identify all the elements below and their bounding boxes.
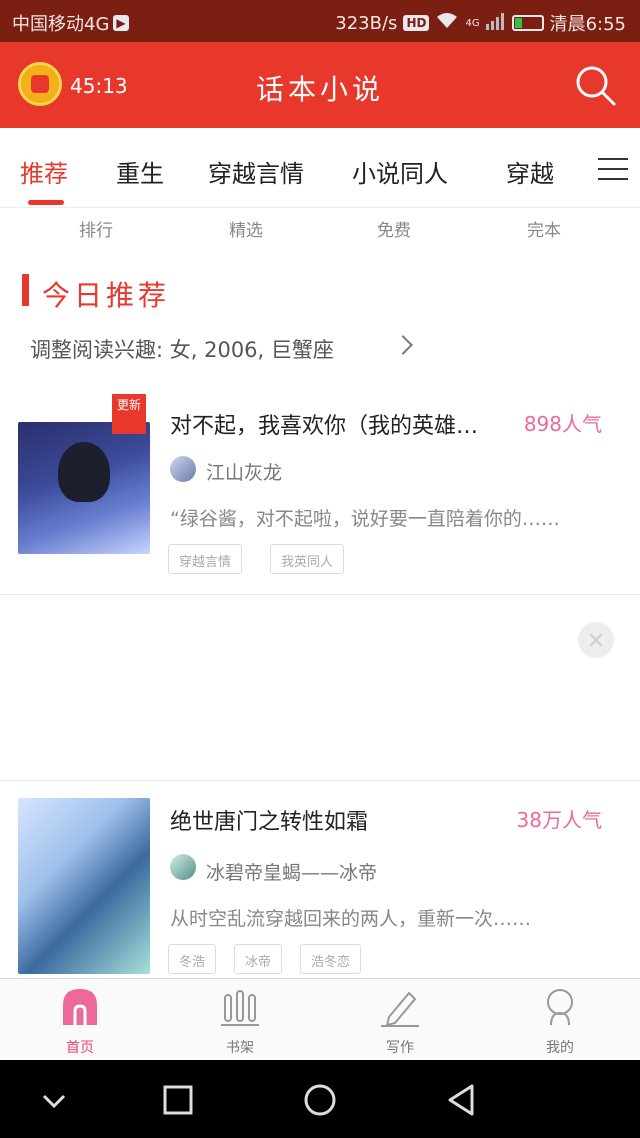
subtab-free[interactable]: 免费	[354, 216, 434, 241]
status-bar: 中国移动4G ▶ 323B/s HD 4G 清晨6:55	[0, 0, 640, 42]
nav-home[interactable]: 首页	[0, 979, 160, 1061]
subtab-completed[interactable]: 完本	[504, 216, 584, 241]
book-tag[interactable]: 冬浩	[168, 944, 217, 974]
bookshelf-icon	[221, 990, 259, 1026]
home-button-icon[interactable]	[302, 1082, 338, 1118]
book-tag[interactable]: 穿越言情	[168, 544, 243, 574]
subtab-featured[interactable]: 精选	[206, 216, 286, 241]
author-name[interactable]: 江山灰龙	[206, 458, 282, 485]
book-cover[interactable]	[18, 422, 150, 554]
divider	[0, 594, 640, 595]
back-icon[interactable]	[444, 1082, 480, 1118]
tab-time-travel-romance[interactable]: 穿越言情	[208, 154, 304, 189]
author-avatar	[170, 854, 196, 880]
divider	[0, 780, 640, 781]
active-tab-indicator	[28, 200, 64, 205]
chevron-right-icon[interactable]	[393, 335, 413, 355]
menu-icon[interactable]	[596, 156, 632, 182]
adjust-interest-link[interactable]: 调整阅读兴趣: 女, 2006, 巨蟹座	[30, 334, 334, 364]
nav-bookshelf-label: 书架	[226, 1040, 254, 1056]
book-card[interactable]: 更新 对不起，我喜欢你（我的英雄学院） 898人气 江山灰龙 “绿谷酱，对不起啦…	[0, 394, 640, 594]
popularity-count: 38万人气	[516, 808, 602, 832]
update-badge: 更新	[112, 394, 146, 434]
wifi-icon	[435, 12, 459, 35]
pencil-icon	[381, 991, 419, 1027]
app-title: 话本小说	[255, 73, 384, 106]
book-tag[interactable]: 我英同人	[270, 544, 345, 574]
author-avatar	[170, 456, 196, 482]
play-icon: ▶	[113, 15, 129, 31]
book-tag[interactable]: 冰帝	[234, 944, 283, 974]
hd-badge: HD	[403, 15, 430, 31]
category-tabs: 推荐 重生 穿越言情 小说同人 穿越	[0, 128, 640, 208]
book-cover[interactable]	[18, 798, 150, 974]
book-title[interactable]: 绝世唐门之转性如霜	[170, 804, 490, 836]
signal-icon	[485, 12, 506, 35]
network-type: 4G	[465, 17, 480, 29]
nav-profile-label: 我的	[546, 1040, 574, 1056]
nav-profile[interactable]: 我的	[480, 979, 640, 1061]
book-summary: “绿谷酱，对不起啦，说好要一直陪着你的……	[170, 508, 560, 530]
home-icon	[63, 989, 97, 1025]
popularity-count: 898人气	[523, 412, 602, 436]
author-name[interactable]: 冰碧帝皇蝎——冰帝	[206, 858, 377, 885]
nav-write[interactable]: 写作	[320, 979, 480, 1061]
book-title[interactable]: 对不起，我喜欢你（我的英雄学院）	[170, 408, 490, 440]
profile-icon	[547, 989, 573, 1026]
nav-bookshelf[interactable]: 书架	[160, 979, 320, 1061]
book-tag[interactable]: 浩冬恋	[300, 944, 362, 974]
tab-fanfiction[interactable]: 小说同人	[352, 154, 448, 189]
nav-home-label: 首页	[66, 1040, 94, 1056]
network-speed: 323B/s	[335, 12, 398, 34]
tab-recommend[interactable]: 推荐	[20, 154, 68, 189]
search-icon	[576, 66, 616, 106]
subtab-ranking[interactable]: 排行	[56, 216, 136, 241]
system-nav-bar	[0, 1060, 640, 1138]
nav-write-label: 写作	[386, 1040, 414, 1056]
app-bar: 45:13 话本小说	[0, 42, 640, 128]
section-title: 今日推荐	[42, 279, 171, 312]
battery-icon	[511, 15, 544, 31]
book-card[interactable]: 绝世唐门之转性如霜 38万人气 冰碧帝皇蝎——冰帝 从时空乱流穿越回来的两人，重…	[0, 798, 640, 978]
tab-time-travel[interactable]: 穿越	[506, 154, 554, 189]
tab-rebirth[interactable]: 重生	[116, 154, 164, 189]
section-marker	[22, 274, 29, 306]
book-summary: 从时空乱流穿越回来的两人，重新一次……	[170, 908, 532, 930]
search-button[interactable]	[572, 62, 620, 110]
recent-apps-icon[interactable]	[160, 1082, 196, 1118]
clock-text: 清晨6:55	[549, 14, 626, 35]
carrier-text: 中国移动4G	[12, 14, 110, 35]
chevron-down-icon[interactable]	[36, 1082, 72, 1118]
close-icon[interactable]	[578, 622, 614, 658]
bottom-nav: 首页 书架 写作 我的	[0, 978, 640, 1060]
